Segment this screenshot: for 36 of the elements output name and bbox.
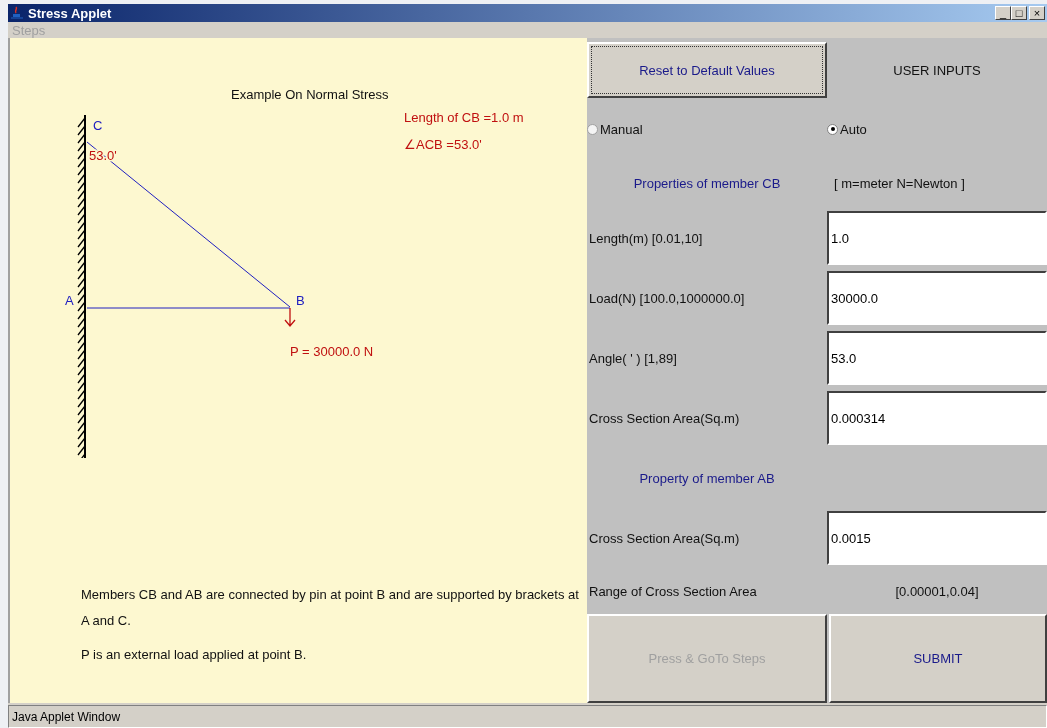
range-label: Range of Cross Section Area — [588, 583, 758, 599]
maximize-button[interactable]: □ — [1011, 6, 1027, 20]
angle-label: ∠ACB =53.0' — [404, 137, 482, 152]
submit-button[interactable]: SUBMIT — [829, 614, 1047, 703]
input-field[interactable]: 53.0 — [827, 331, 1047, 385]
description-text: Members CB and AB are connected by pin at point B and are supported by brackets at A and C. — [81, 586, 580, 630]
input-field[interactable]: 30000.0 — [827, 271, 1047, 325]
radio-button[interactable]: Auto — [827, 121, 1047, 137]
section-heading: USER INPUTS — [892, 62, 982, 78]
diagram-title: Example On Normal Stress — [231, 87, 389, 102]
java-cup-icon — [10, 6, 24, 20]
section-header: Properties of member CB — [632, 175, 782, 191]
load-label: P = 30000.0 N — [290, 344, 374, 359]
radio-button[interactable]: Manual — [587, 121, 827, 137]
field-label: Load(N) [100.0,1000000.0] — [588, 290, 746, 306]
units-note: [ m=meter N=Newton ] — [833, 175, 966, 191]
minimize-button[interactable]: _ — [995, 6, 1011, 20]
point-label: A — [65, 293, 74, 308]
load-arrow — [284, 307, 296, 327]
point-label: B — [296, 293, 305, 308]
close-button[interactable]: × — [1029, 6, 1045, 20]
section-header: Property of member AB — [638, 470, 776, 486]
input-field[interactable]: 0.0015 — [827, 511, 1047, 565]
status-bar: Java Applet Window — [8, 705, 1047, 728]
length-label: Length of CB =1.0 m — [404, 110, 524, 125]
field-label: Cross Section Area(Sq.m) — [588, 410, 741, 426]
field-label: Cross Section Area(Sq.m) — [588, 530, 741, 546]
range-value: [0.00001,0.04] — [894, 583, 980, 599]
input-field[interactable]: 1.0 — [827, 211, 1047, 265]
input-field[interactable]: 0.000314 — [827, 391, 1047, 445]
point-label: C — [93, 118, 103, 133]
field-label: Length(m) [0.01,10] — [588, 230, 704, 246]
field-label: Angle( ' ) [1,89] — [588, 350, 678, 366]
window-title: Stress Applet — [28, 5, 113, 21]
description-text: P is an external load applied at point B. — [81, 646, 308, 664]
reset-button[interactable]: Reset to Default Values — [587, 42, 827, 98]
